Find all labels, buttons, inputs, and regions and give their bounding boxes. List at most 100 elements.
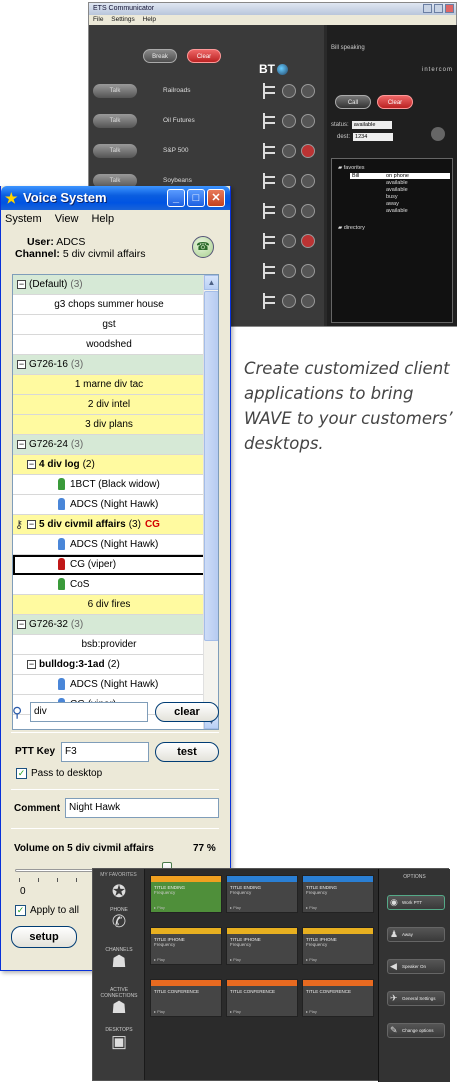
menu-help[interactable]: Help <box>91 213 114 225</box>
menu-view[interactable]: View <box>55 213 79 225</box>
tree-channel-row[interactable]: − bulldog:3-1ad (2) <box>13 655 205 675</box>
ets-menu-help[interactable]: Help <box>143 16 156 23</box>
mute-icon[interactable] <box>301 234 315 248</box>
tree-channel-row[interactable]: g3 chops summer house <box>13 295 205 315</box>
general-settings-button[interactable]: ✈ General Settings <box>387 991 445 1006</box>
contact-row[interactable]: Bill on phone <box>350 173 450 179</box>
speaker-icon[interactable] <box>282 174 296 188</box>
pass-to-desktop-checkbox[interactable]: ✓ <box>16 768 27 779</box>
collapse-icon[interactable]: − <box>27 659 36 669</box>
tree-channel-row[interactable]: 1 marne div tac <box>13 375 205 395</box>
nav-phone[interactable]: PHONE ✆ <box>99 907 139 931</box>
tree-group-row[interactable]: − G726-16 (3) <box>13 355 205 375</box>
nav-channels[interactable]: CHANNELS ☗ <box>99 947 139 971</box>
clear-button[interactable]: Clear <box>187 49 221 63</box>
contact-row[interactable]: available <box>350 187 450 193</box>
work-ptt-button[interactable]: ◉ Work PTT <box>387 895 445 910</box>
contact-row[interactable]: available <box>350 208 450 214</box>
mute-icon[interactable] <box>301 144 315 158</box>
ets-menu-file[interactable]: File <box>93 16 103 23</box>
tree-group-row[interactable]: − G726-24 (3) <box>13 435 205 455</box>
apply-to-all-checkbox[interactable]: ✓ <box>15 905 26 916</box>
channel-tile[interactable]: TITLE IPHONE Frequency ▸ Play <box>226 927 298 965</box>
tile-play[interactable]: ▸ Play <box>154 905 165 910</box>
collapse-icon[interactable]: − <box>17 279 26 289</box>
contact-row[interactable]: away <box>350 201 450 207</box>
speaker-on-button[interactable]: ◀ Speaker On <box>387 959 445 974</box>
collapse-icon[interactable]: − <box>17 619 26 629</box>
setup-button[interactable]: setup <box>11 926 77 948</box>
channel-tile[interactable]: TITLE CONFERENCE ▸ Play <box>150 979 222 1017</box>
change-options-button[interactable]: ✎ Change options <box>387 1023 445 1038</box>
minimize-icon[interactable] <box>423 4 432 13</box>
speaker-icon[interactable] <box>282 234 296 248</box>
channel-tile[interactable]: TITLE ENDING Frequency ▸ Play <box>150 875 222 913</box>
test-button[interactable]: test <box>155 742 219 762</box>
nav-active-connections[interactable]: ACTIVE CONNECTIONS ☗ <box>99 987 139 1017</box>
maximize-icon[interactable] <box>434 4 443 13</box>
tree-user-row[interactable]: CoS <box>13 575 205 595</box>
tile-play[interactable]: ▸ Play <box>230 1009 241 1014</box>
tile-play[interactable]: ▸ Play <box>230 905 241 910</box>
channel-tile[interactable]: TITLE CONFERENCE ▸ Play <box>226 979 298 1017</box>
maximize-button[interactable]: □ <box>187 189 205 207</box>
away-button[interactable]: ♟ Away <box>387 927 445 942</box>
status-select[interactable]: status: available <box>331 121 392 129</box>
directory-folder[interactable]: ▰ directory <box>338 225 365 231</box>
collapse-icon[interactable]: − <box>27 459 36 469</box>
speaker-icon[interactable] <box>282 294 296 308</box>
mute-icon[interactable] <box>301 294 315 308</box>
tree-channel-row[interactable]: 3 div plans <box>13 415 205 435</box>
tree-user-row[interactable]: 1BCT (Black widow) <box>13 475 205 495</box>
channel-tile[interactable]: TITLE IPHONE Frequency ▸ Play <box>302 927 374 965</box>
search-input[interactable]: div <box>30 702 148 722</box>
tree-channel-row[interactable]: −4 div log (2) <box>13 455 205 475</box>
menu-system[interactable]: System <box>5 213 42 225</box>
tile-play[interactable]: ▸ Play <box>306 1009 317 1014</box>
tree-user-row[interactable]: ADCS (Night Hawk) <box>13 495 205 515</box>
speaker-icon[interactable] <box>282 264 296 278</box>
tile-play[interactable]: ▸ Play <box>154 957 165 962</box>
dest-select[interactable]: dest: 1234 <box>337 133 394 141</box>
tree-group-row[interactable]: − G726-32 (3) <box>13 615 205 635</box>
scroll-up-icon[interactable]: ▲ <box>204 275 218 290</box>
ptt-status-icon[interactable]: ☎ <box>192 236 214 258</box>
mute-icon[interactable] <box>301 174 315 188</box>
speaker-icon[interactable] <box>282 84 296 98</box>
call-button[interactable]: Call <box>335 95 371 109</box>
tile-play[interactable]: ▸ Play <box>154 1009 165 1014</box>
collapse-icon[interactable]: − <box>17 439 26 449</box>
ets-menu-settings[interactable]: Settings <box>111 16 135 23</box>
mute-icon[interactable] <box>301 264 315 278</box>
favorites-folder[interactable]: ▰ favorites <box>338 165 365 171</box>
tree-channel-row[interactable]: bsb:provider <box>13 635 205 655</box>
talk-button[interactable]: Talk <box>93 84 137 98</box>
clear-button[interactable]: clear <box>155 702 219 722</box>
channel-tile[interactable]: TITLE IPHONE Frequency ▸ Play <box>150 927 222 965</box>
close-icon[interactable] <box>445 4 454 13</box>
channel-tile[interactable]: TITLE ENDING Frequency ▸ Play <box>302 875 374 913</box>
clear-call-button[interactable]: Clear <box>377 95 413 109</box>
tree-user-row[interactable]: ADCS (Night Hawk) <box>13 675 205 695</box>
tree-user-row[interactable]: CG (viper) <box>13 555 205 575</box>
scroll-thumb[interactable] <box>204 291 218 641</box>
close-button[interactable]: ✕ <box>207 189 225 207</box>
channel-tile[interactable]: TITLE CONFERENCE ▸ Play <box>302 979 374 1017</box>
mute-icon[interactable] <box>301 84 315 98</box>
comment-input[interactable]: Night Hawk <box>65 798 219 818</box>
tree-channel-row[interactable]: 2 div intel <box>13 395 205 415</box>
tree-channel-row[interactable]: gst <box>13 315 205 335</box>
break-button[interactable]: Break <box>143 49 177 63</box>
tree-user-row[interactable]: ADCS (Night Hawk) <box>13 535 205 555</box>
mute-icon[interactable] <box>301 114 315 128</box>
speaker-icon[interactable] <box>282 204 296 218</box>
mute-icon[interactable] <box>301 204 315 218</box>
speaker-icon[interactable] <box>282 114 296 128</box>
tree-group-row[interactable]: − (Default) (3) <box>13 275 205 295</box>
ptt-key-input[interactable]: F3 <box>61 742 149 762</box>
collapse-icon[interactable]: − <box>17 359 26 369</box>
tile-play[interactable]: ▸ Play <box>230 957 241 962</box>
contact-row[interactable]: available <box>350 180 450 186</box>
nav-desktops[interactable]: DESKTOPS ▣ <box>99 1027 139 1051</box>
talk-button[interactable]: Talk <box>93 144 137 158</box>
